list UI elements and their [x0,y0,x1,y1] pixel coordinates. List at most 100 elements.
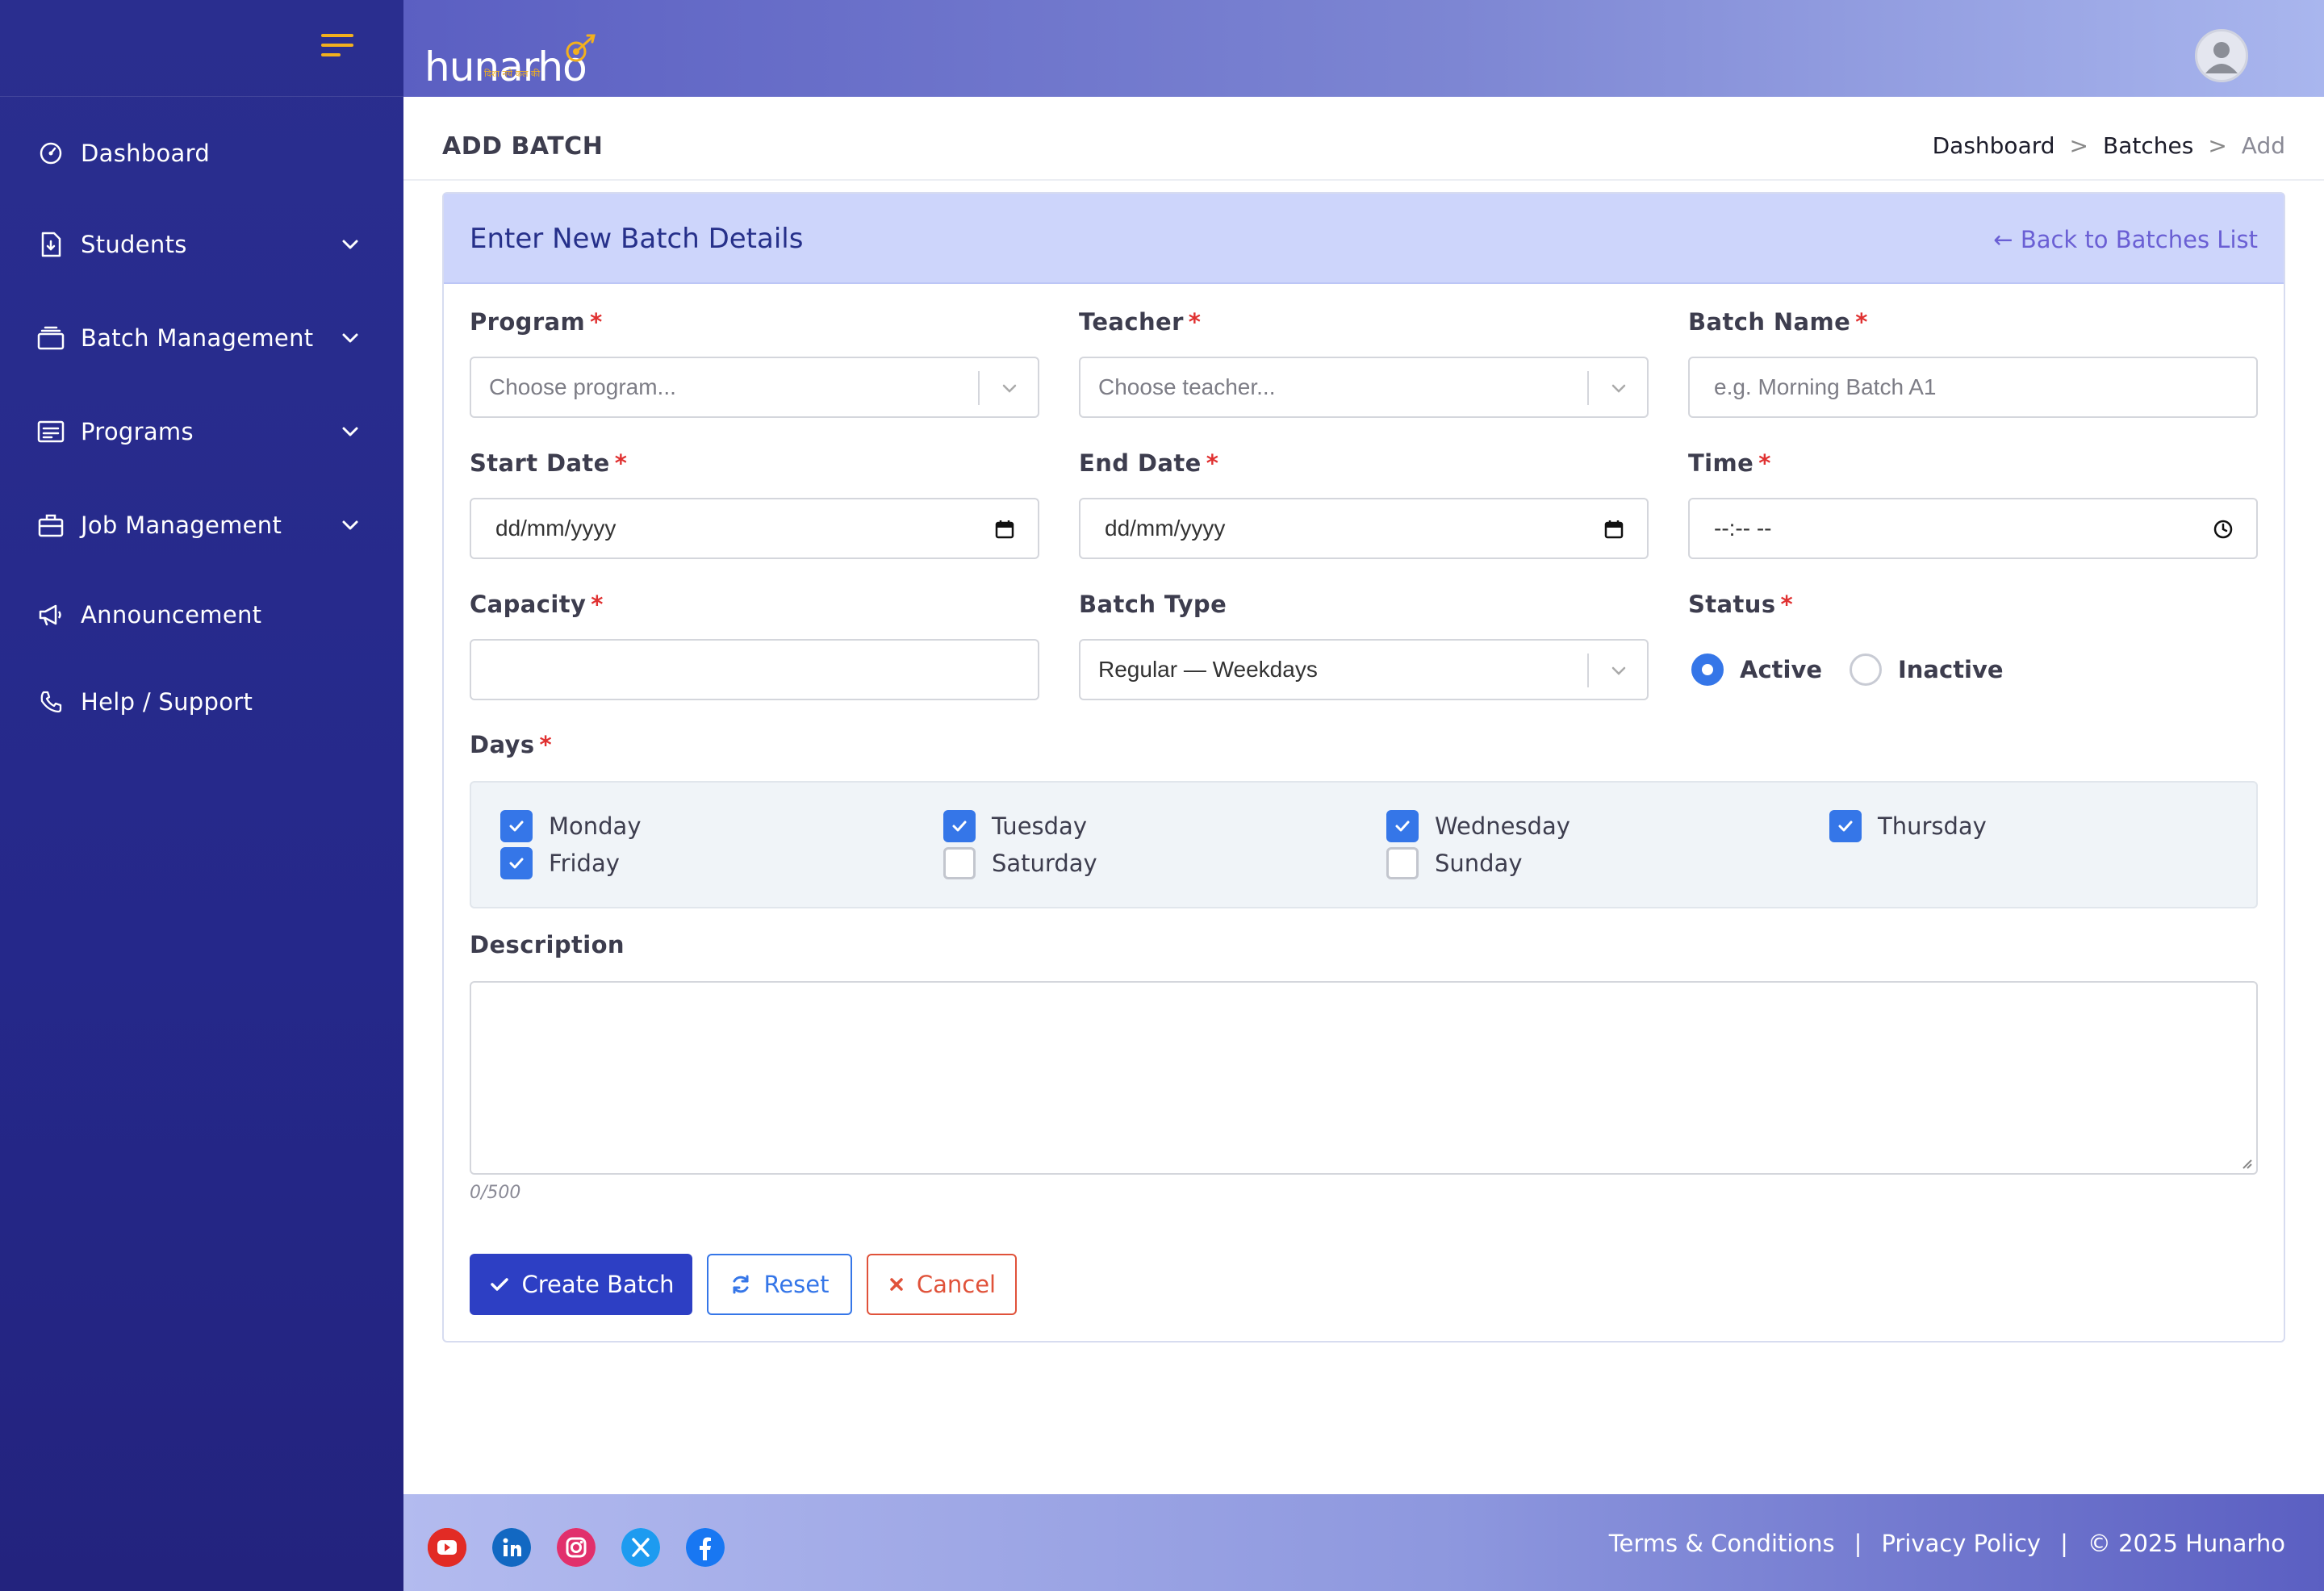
end-date-input[interactable]: dd/mm/yyyy [1079,498,1649,559]
sidebar-item-batch-management[interactable]: Batch Management [0,306,403,370]
chevron-down-icon[interactable] [339,327,362,349]
day-label: Thursday [1878,812,1987,840]
sidebar-item-help-support[interactable]: Help / Support [0,670,403,734]
checkbox-checked-icon[interactable] [500,847,533,879]
program-select[interactable]: Choose program... [470,357,1039,418]
sidebar-item-programs[interactable]: Programs [0,399,403,464]
day-tuesday[interactable]: Tuesday [943,810,1087,842]
sidebar-item-students[interactable]: Students [0,212,403,277]
reset-button[interactable]: Reset [707,1254,852,1315]
sidebar-item-label: Announcement [81,601,262,628]
batch-name-label: Batch Name * [1688,308,1868,336]
status-active-option[interactable]: Active [1691,654,1822,686]
description-textarea[interactable] [470,981,2258,1175]
start-date-input[interactable]: dd/mm/yyyy [470,498,1039,559]
layers-icon [37,324,65,352]
privacy-link[interactable]: Privacy Policy [1881,1530,2041,1557]
day-label: Sunday [1435,850,1523,877]
cancel-label: Cancel [916,1271,997,1298]
checkbox-empty-icon[interactable] [1386,847,1419,879]
status-label: Status * [1688,591,1794,618]
checkbox-checked-icon[interactable] [1829,810,1862,842]
footer-separator: | [1854,1530,1862,1557]
linkedin-icon[interactable] [492,1528,531,1567]
breadcrumb: Dashboard > Batches > Add [1933,132,2285,159]
x-icon[interactable] [621,1528,660,1567]
breadcrumb-batches[interactable]: Batches [2103,132,2193,159]
menu-toggle-icon[interactable] [321,32,357,61]
check-icon [490,1278,508,1291]
sidebar-header [0,0,403,97]
sidebar-item-announcement[interactable]: Announcement [0,583,403,647]
sidebar-item-label: Students [81,231,187,258]
sidebar-item-label: Job Management [81,512,282,539]
brand-tagline: दिशा नये कल की [484,69,541,79]
day-sunday[interactable]: Sunday [1386,847,1523,879]
status-inactive-option[interactable]: Inactive [1850,654,2004,686]
checkbox-checked-icon[interactable] [500,810,533,842]
day-label: Saturday [992,850,1097,877]
youtube-icon[interactable] [428,1528,466,1567]
copyright-text: © 2025 Hunarho [2087,1530,2285,1557]
instagram-icon[interactable] [557,1528,596,1567]
description-char-counter: 0/500 [470,1183,521,1203]
footer-separator: | [2060,1530,2068,1557]
chevron-down-icon[interactable] [339,514,362,537]
calendar-icon[interactable] [994,519,1015,540]
sidebar-item-job-management[interactable]: Job Management [0,493,403,557]
resize-handle-icon[interactable] [2238,1155,2253,1170]
batch-type-label: Batch Type [1079,591,1227,618]
capacity-input[interactable] [470,639,1039,700]
gauge-icon [37,140,65,167]
clock-icon[interactable] [2213,519,2234,540]
checkbox-checked-icon[interactable] [943,810,976,842]
day-monday[interactable]: Monday [500,810,642,842]
teacher-select[interactable]: Choose teacher... [1079,357,1649,418]
status-active-radio[interactable] [1691,654,1724,686]
facebook-icon[interactable] [686,1528,725,1567]
day-label: Tuesday [992,812,1087,840]
checkbox-empty-icon[interactable] [943,847,976,879]
terms-link[interactable]: Terms & Conditions [1609,1530,1835,1557]
refresh-icon [733,1275,749,1294]
form-heading: Enter New Batch Details [470,223,804,255]
breadcrumb-dashboard[interactable]: Dashboard [1933,132,2055,159]
day-label: Friday [549,850,620,877]
teacher-label: Teacher * [1079,308,1202,336]
day-saturday[interactable]: Saturday [943,847,1097,879]
breadcrumb-separator: > [2069,132,2088,159]
user-avatar-icon[interactable] [2195,29,2248,82]
sidebar-item-label: Batch Management [81,324,314,352]
time-input[interactable]: --:-- -- [1688,498,2258,559]
megaphone-icon [37,601,65,628]
calendar-icon[interactable] [1603,519,1624,540]
checkbox-checked-icon[interactable] [1386,810,1419,842]
status-inactive-label: Inactive [1898,656,2004,683]
sidebar-item-label: Dashboard [81,140,211,167]
create-batch-button[interactable]: Create Batch [470,1254,692,1315]
status-inactive-radio[interactable] [1850,654,1882,686]
list-icon [37,418,65,445]
page-title: ADD BATCH [442,132,604,161]
brand-logo[interactable]: hunarho दिशा नये कल की [424,23,596,87]
footer-links: Terms & Conditions | Privacy Policy | © … [1609,1530,2285,1557]
batch-type-select[interactable]: Regular — Weekdays [1079,639,1649,700]
sidebar-item-dashboard[interactable]: Dashboard [0,121,403,186]
day-thursday[interactable]: Thursday [1829,810,1987,842]
cancel-button[interactable]: Cancel [867,1254,1017,1315]
batch-name-input[interactable]: e.g. Morning Batch A1 [1688,357,2258,418]
form-header: Enter New Batch Details ← Back to Batche… [444,194,2284,284]
add-batch-form: Enter New Batch Details ← Back to Batche… [442,192,2285,1343]
briefcase-icon [37,512,65,539]
sidebar: Dashboard Students Batch Management Prog… [0,0,403,1591]
start-date-label: Start Date * [470,449,628,477]
back-to-batches-link[interactable]: ← Back to Batches List [1993,226,2258,253]
page-footer: Terms & Conditions | Privacy Policy | © … [403,1494,2324,1591]
chevron-down-icon[interactable] [339,420,362,443]
day-friday[interactable]: Friday [500,847,620,879]
day-wednesday[interactable]: Wednesday [1386,810,1570,842]
close-icon [890,1278,903,1291]
end-date-label: End Date * [1079,449,1219,477]
day-label: Monday [549,812,642,840]
chevron-down-icon[interactable] [339,233,362,256]
